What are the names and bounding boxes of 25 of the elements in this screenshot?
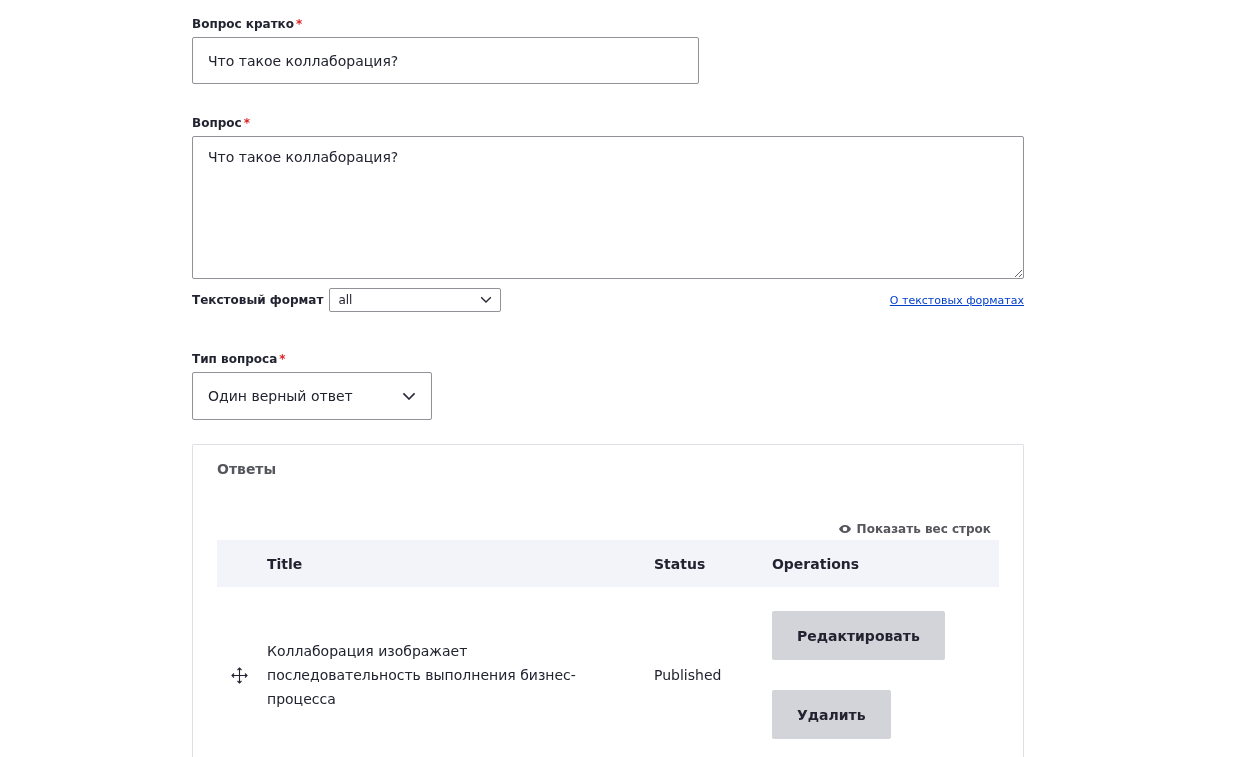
panel-title: Ответы bbox=[217, 461, 278, 477]
text-formats-link[interactable]: О текстовых форматах bbox=[889, 293, 1024, 307]
column-header: Operations bbox=[755, 540, 999, 587]
chevron-down-icon bbox=[402, 391, 416, 401]
show-weights-button[interactable]: Показать вес строк bbox=[838, 522, 991, 536]
textarea-field[interactable]: Что такое коллаборация? bbox=[192, 136, 1024, 279]
field-label: Вопрос bbox=[192, 115, 242, 132]
table-cell: Published bbox=[638, 587, 756, 757]
operation-button[interactable]: Редактировать bbox=[771, 611, 945, 660]
format-select[interactable]: all bbox=[329, 288, 502, 312]
field-label: Тип вопроса bbox=[192, 351, 278, 368]
table-cell: Коллаборация изображает последовательность выполнения бизнес-процесса bbox=[251, 587, 638, 757]
field-label: Вопрос кратко bbox=[192, 16, 294, 33]
question-type-select[interactable]: Один верный ответ bbox=[192, 372, 432, 420]
chevron-down-icon bbox=[480, 296, 493, 304]
drag-handle-icon[interactable] bbox=[231, 666, 248, 684]
required-mark: * bbox=[243, 115, 250, 132]
eye-icon bbox=[838, 525, 851, 533]
required-mark: * bbox=[279, 351, 286, 368]
required-mark: * bbox=[296, 16, 303, 33]
operation-button[interactable]: Удалить bbox=[771, 690, 891, 739]
column-header: Title bbox=[251, 540, 638, 587]
input-field[interactable]: Что такое коллаборация? bbox=[192, 37, 699, 84]
column-header: Status bbox=[638, 540, 756, 587]
field-label: Текстовый формат bbox=[192, 292, 324, 309]
